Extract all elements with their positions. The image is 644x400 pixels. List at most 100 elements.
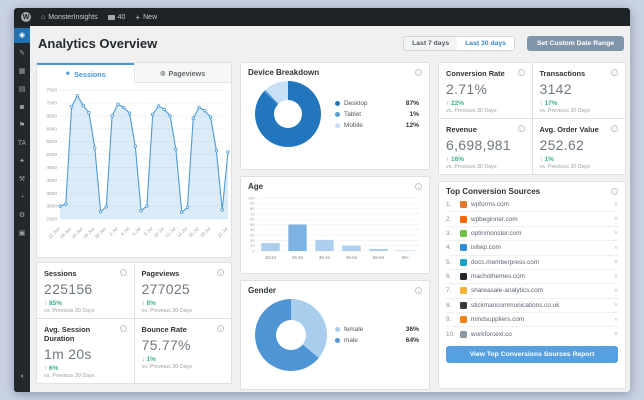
svg-text:26 Jun: 26 Jun	[71, 226, 85, 240]
svg-text:7000: 7000	[46, 101, 57, 107]
info-icon[interactable]: i	[217, 269, 224, 276]
info-icon[interactable]: i	[611, 69, 618, 76]
info-icon[interactable]: i	[119, 269, 127, 276]
source-rank: 8.	[446, 301, 452, 309]
source-domain-link[interactable]: optinmonster.com	[471, 230, 521, 237]
sidebar-item-appearance[interactable]: ✦	[14, 154, 30, 169]
chevron-down-icon[interactable]: ∨	[614, 216, 618, 222]
chevron-down-icon[interactable]: ∨	[614, 302, 618, 308]
new-menu[interactable]: + New	[135, 13, 157, 22]
tab-pageviews[interactable]: ◎ Pageviews	[133, 63, 231, 83]
svg-text:55-64: 55-64	[373, 255, 385, 260]
svg-text:90: 90	[250, 201, 255, 206]
gender-donut-chart	[255, 299, 327, 371]
source-row-machothemes-com[interactable]: 6. machothemes.com ∨	[446, 268, 618, 283]
svg-text:35-44: 35-44	[319, 255, 331, 260]
device-legend: Desktop 87% Tablet 1% Mobile 12%	[335, 100, 419, 129]
chevron-down-icon[interactable]: ∨	[614, 259, 618, 265]
sidebar-item-pages[interactable]: ▤	[14, 82, 30, 97]
legend-dot	[335, 327, 340, 332]
wordpress-logo-icon[interactable]: W	[21, 12, 31, 22]
source-row-docs-memberpress-com[interactable]: 5. docs.memberpress.com ∨	[446, 254, 618, 269]
metric-label: Bounce Rate	[141, 325, 187, 334]
metric-value: 225156	[44, 281, 93, 297]
new-label: New	[143, 13, 158, 21]
gender-legend: female 36% male 64%	[335, 326, 419, 344]
svg-text:7500: 7500	[46, 88, 57, 94]
legend-label: Mobile	[344, 121, 363, 129]
svg-text:6500: 6500	[46, 113, 57, 119]
info-icon[interactable]: i	[415, 69, 422, 76]
metric-card-revenue: Revenue i 6,698,981 ↑ 16% vs. Previous 30 Da…	[439, 119, 532, 174]
collapse-menu-icon: ◖	[19, 373, 25, 380]
chevron-down-icon[interactable]: ∨	[614, 274, 618, 280]
sidebar-item-ta[interactable]: TA	[14, 136, 30, 151]
sidebar-item-settings[interactable]: ▣	[14, 226, 30, 241]
info-icon[interactable]: i	[415, 183, 422, 190]
source-row-wpforms-com[interactable]: 1. wpforms.com ∨	[446, 198, 618, 211]
source-domain-link[interactable]: mindsuppliers.com	[471, 316, 524, 323]
comments-count: 40	[117, 13, 126, 21]
tab-sessions[interactable]: ☻ Sessions	[37, 63, 134, 83]
source-row-wpbeginner-com[interactable]: 2. wpbeginner.com ∨	[446, 211, 618, 225]
chevron-down-icon[interactable]: ∨	[614, 230, 618, 236]
sidebar-item-media[interactable]: ▦	[14, 64, 30, 79]
site-menu[interactable]: ⌂ MonsterInsights	[41, 14, 98, 21]
source-row-stickmancommunications-co-uk[interactable]: 8. stickmancommunications.co.uk ∨	[446, 297, 618, 312]
source-domain-link[interactable]: wpbeginner.com	[471, 216, 518, 223]
comments-menu[interactable]: 40	[107, 13, 126, 21]
view-top-conversion-sources-report-button[interactable]: View Top Conversions Sources Report	[446, 345, 618, 363]
source-domain-link[interactable]: shareasale-analytics.com	[471, 287, 543, 294]
svg-text:4500: 4500	[46, 165, 57, 171]
source-row-mindsuppliers-com[interactable]: 9. mindsuppliers.com ∨	[446, 312, 618, 326]
chevron-down-icon[interactable]: ∨	[614, 245, 618, 251]
last-30-days-button[interactable]: Last 30 days	[457, 37, 514, 50]
info-icon[interactable]: i	[119, 325, 127, 332]
metric-compare-label: vs. Previous 30 Days	[539, 108, 591, 114]
sidebar-item-comments[interactable]: ◙	[14, 100, 30, 115]
sidebar-item-plugins[interactable]: ⚒	[14, 172, 30, 187]
info-icon[interactable]: i	[517, 125, 525, 132]
svg-text:70: 70	[250, 211, 255, 216]
sources-list: 1. wpforms.com ∨ 2. wpbeginner.com ∨ 3. optinmo…	[439, 198, 625, 341]
admin-bar: W ⌂ MonsterInsights 40 + New	[14, 8, 630, 26]
source-domain-link[interactable]: isitwp.com	[471, 244, 501, 251]
chevron-down-icon[interactable]: ∨	[614, 202, 618, 208]
chevron-down-icon[interactable]: ∨	[614, 288, 618, 294]
insights-icon: ◉	[18, 32, 26, 39]
svg-text:6 Jul: 6 Jul	[131, 226, 141, 236]
source-row-workforcexl-co[interactable]: 10. workforcexl.co ∨	[446, 326, 618, 340]
chevron-down-icon[interactable]: ∨	[614, 331, 618, 337]
source-domain-link[interactable]: workforcexl.co	[471, 331, 512, 338]
device-breakdown-panel: Device Breakdown i Desktop 87% Tablet 1% Mob…	[240, 62, 430, 170]
source-row-isitwp-com[interactable]: 4. isitwp.com ∨	[446, 240, 618, 254]
sidebar-item-insights[interactable]: ◉	[14, 28, 30, 43]
sidebar-item-tools[interactable]: ⚙	[14, 208, 30, 223]
metric-label: Transactions	[539, 69, 586, 78]
svg-text:5500: 5500	[46, 139, 57, 145]
source-domain-link[interactable]: wpforms.com	[471, 201, 509, 208]
plugins-icon: ⚒	[18, 176, 26, 183]
sidebar-item-marketing[interactable]: ⚑	[14, 118, 30, 133]
info-icon[interactable]: i	[415, 287, 422, 294]
source-row-shareasale-analytics-com[interactable]: 7. shareasale-analytics.com ∨	[446, 283, 618, 297]
svg-text:12 Jul: 12 Jul	[164, 226, 176, 238]
source-domain-link[interactable]: docs.memberpress.com	[471, 259, 539, 266]
set-custom-date-range-button[interactable]: Set Custom Date Range	[526, 36, 624, 51]
source-domain-link[interactable]: machothemes.com	[471, 273, 525, 280]
info-icon[interactable]: i	[611, 125, 618, 132]
last-7-days-button[interactable]: Last 7 days	[404, 37, 458, 50]
chevron-down-icon[interactable]: ∨	[614, 317, 618, 323]
site-favicon	[460, 287, 467, 295]
metric-change: ↓ 1%	[141, 356, 156, 363]
sidebar-item-posts[interactable]: ✎	[14, 46, 30, 61]
legend-value: 12%	[405, 121, 419, 129]
sidebar-item-users[interactable]: ◔	[14, 190, 30, 205]
info-icon[interactable]: i	[217, 325, 224, 332]
info-icon[interactable]: i	[611, 188, 618, 195]
info-icon[interactable]: i	[517, 69, 525, 76]
source-domain-link[interactable]: stickmancommunications.co.uk	[471, 302, 559, 309]
source-row-optinmonster-com[interactable]: 3. optinmonster.com ∨	[446, 225, 618, 240]
sidebar-item-collapse-menu[interactable]: ◖	[14, 369, 30, 384]
svg-text:3000: 3000	[46, 204, 57, 210]
